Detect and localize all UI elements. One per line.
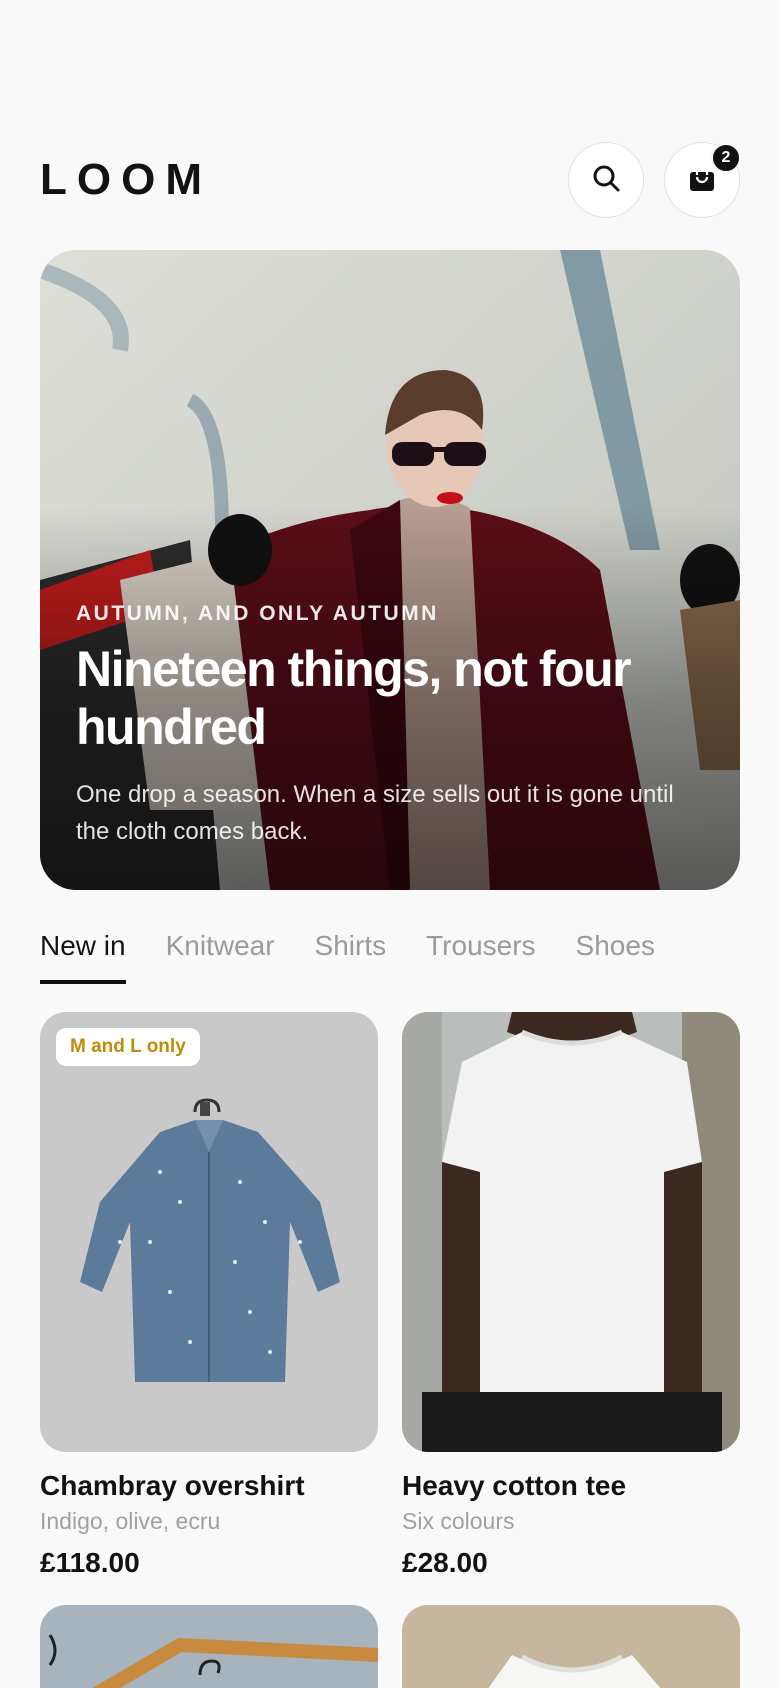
product-colours: Six colours <box>402 1508 515 1534</box>
cart-count-badge: 2 <box>711 143 741 173</box>
hero-eyebrow: AUTUMN, AND ONLY AUTUMN <box>76 602 439 625</box>
product-price: £28.00 <box>402 1547 488 1578</box>
hero-subtitle: One drop a season. When a size sells out… <box>76 781 674 845</box>
hero-banner[interactable]: AUTUMN, AND ONLY AUTUMN Nineteen things,… <box>40 250 740 890</box>
cart-button[interactable]: 2 <box>664 142 741 218</box>
app-header: LOOM 2 <box>40 140 741 220</box>
tab-new-in[interactable]: New in <box>40 920 126 984</box>
product-price: £118.00 <box>40 1547 140 1578</box>
tab-trousers[interactable]: Trousers <box>426 920 535 984</box>
category-tabs: New in Knitwear Shirts Trousers Shoes <box>40 920 780 984</box>
product-image <box>402 1605 740 1688</box>
brand-logo[interactable]: LOOM <box>40 155 212 205</box>
product-image: M and L only <box>40 1012 378 1452</box>
search-icon <box>591 163 621 198</box>
product-grid: M and L only Chambray overshirt Indigo, … <box>40 1012 740 1688</box>
product-image <box>402 1012 740 1452</box>
header-actions: 2 <box>568 142 741 218</box>
tab-shirts[interactable]: Shirts <box>315 920 387 984</box>
product-card[interactable]: M and L only Chambray overshirt Indigo, … <box>40 1012 378 1579</box>
product-card[interactable] <box>402 1605 740 1688</box>
product-card[interactable] <box>40 1605 378 1688</box>
product-image <box>40 1605 378 1688</box>
product-colours: Indigo, olive, ecru <box>40 1508 221 1534</box>
shopping-bag-icon <box>687 163 717 198</box>
stock-badge: M and L only <box>56 1028 200 1066</box>
hero-title: Nineteen things, not four hundred <box>76 641 632 755</box>
hero-text: AUTUMN, AND ONLY AUTUMN Nineteen things,… <box>76 602 704 850</box>
tab-shoes[interactable]: Shoes <box>576 920 655 984</box>
tab-knitwear[interactable]: Knitwear <box>166 920 275 984</box>
search-button[interactable] <box>568 142 644 218</box>
product-card[interactable]: Heavy cotton tee Six colours £28.00 <box>402 1012 740 1579</box>
product-name: Chambray overshirt <box>40 1470 305 1501</box>
product-name: Heavy cotton tee <box>402 1470 627 1501</box>
